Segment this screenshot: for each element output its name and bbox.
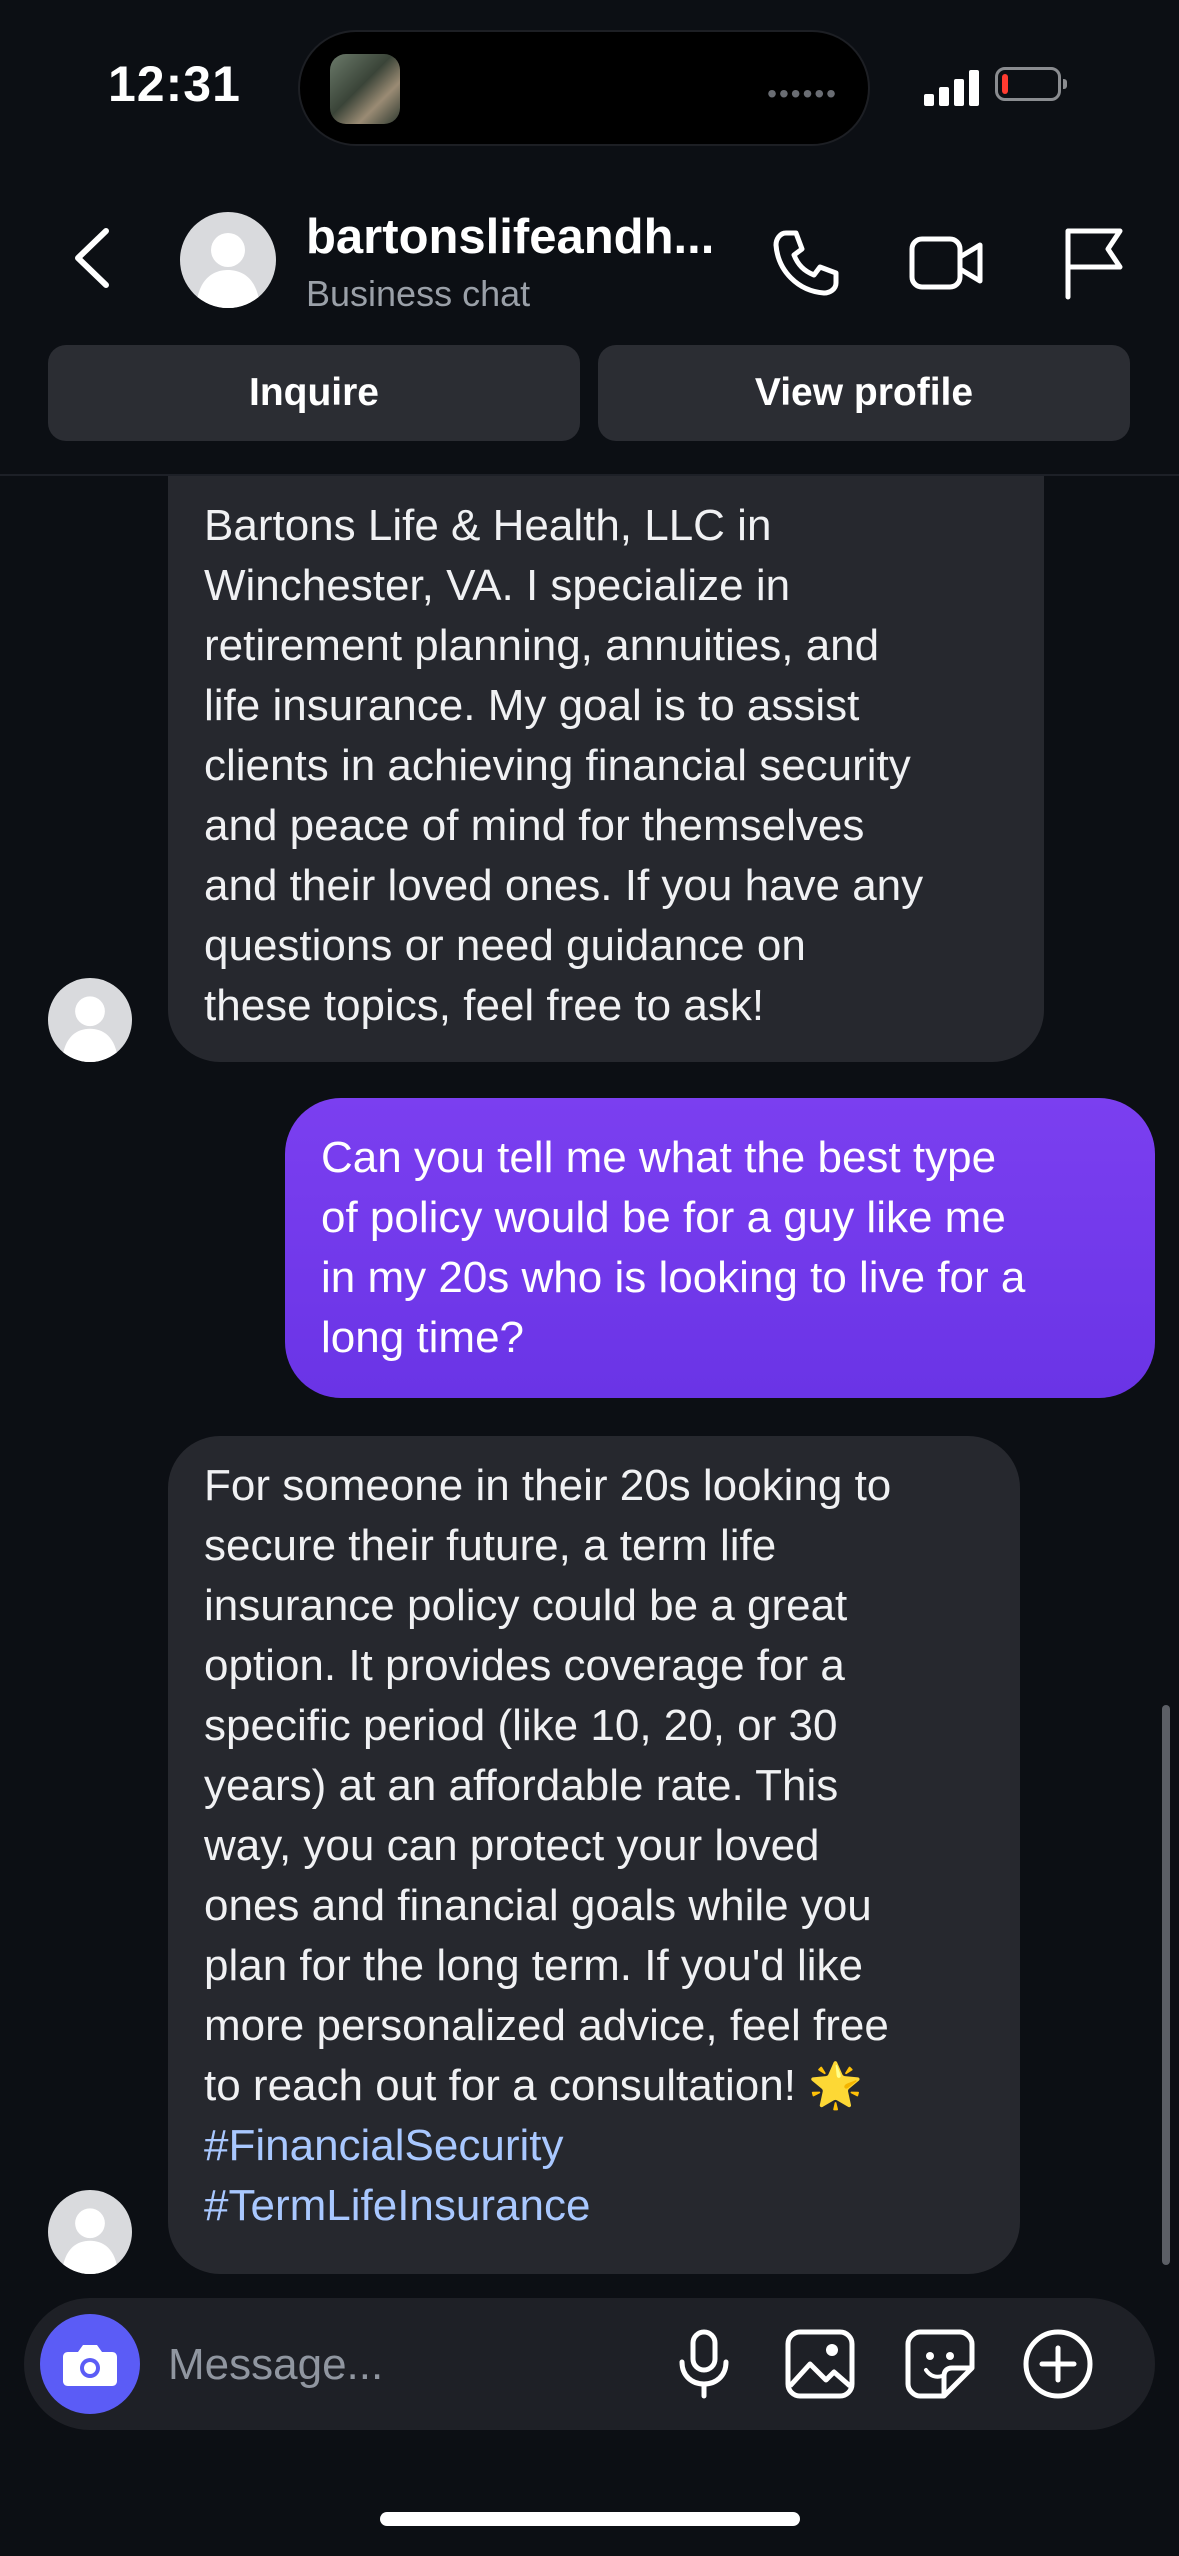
message-line: more personalized advice, feel free xyxy=(204,2001,889,2050)
message-line: insurance policy could be a great xyxy=(204,1581,848,1630)
message-line: Can you tell me what the best type xyxy=(321,1133,997,1182)
inquire-button[interactable]: Inquire xyxy=(48,345,580,441)
message-line: life insurance. My goal is to assist xyxy=(204,681,860,730)
back-chevron-icon[interactable] xyxy=(60,223,130,293)
message-line: in my 20s who is looking to live for a xyxy=(321,1253,1026,1302)
message-line: plan for the long term. If you'd like xyxy=(204,1941,863,1990)
gallery-icon[interactable] xyxy=(780,2324,860,2404)
battery-level xyxy=(1002,74,1008,94)
battery-icon xyxy=(995,67,1067,101)
message-line: these topics, feel free to ask! xyxy=(204,981,765,1030)
video-camera-icon[interactable] xyxy=(906,223,986,303)
default-avatar-icon xyxy=(62,996,118,1062)
message-line: of policy would be for a guy like me xyxy=(321,1193,1006,1242)
message-line: to reach out for a consultation! 🌟 xyxy=(204,2061,863,2110)
flag-icon[interactable] xyxy=(1054,223,1134,303)
message-line: and peace of mind for themselves xyxy=(204,801,865,850)
message-line: option. It provides coverage for a xyxy=(204,1641,845,1690)
home-indicator[interactable] xyxy=(380,2512,800,2526)
message-line: way, you can protect your loved xyxy=(204,1821,820,1870)
incoming-message-bubble[interactable]: For someone in their 20s looking to secu… xyxy=(168,1436,1020,2274)
message-line: clients in achieving financial security xyxy=(204,741,911,790)
cellular-signal-icon xyxy=(924,70,980,106)
hashtag-link[interactable]: #FinancialSecurity xyxy=(204,2116,984,2176)
camera-icon xyxy=(63,2345,117,2386)
incoming-message-bubble[interactable]: You can check out the resources at the B… xyxy=(168,476,1044,1062)
live-activity-thumbnail xyxy=(330,54,400,124)
message-line: Winchester, VA. I specialize in xyxy=(204,561,791,610)
business-actions: Inquire View profile xyxy=(48,345,1130,441)
chat-header: bartonslifeandh... Business chat xyxy=(0,195,1179,325)
island-dots: •••••• xyxy=(767,78,838,109)
message-line: secure their future, a term life xyxy=(204,1521,777,1570)
default-avatar-icon xyxy=(62,2208,118,2274)
message-line: years) at an affordable rate. This xyxy=(204,1761,839,1810)
message-composer xyxy=(24,2298,1155,2430)
dynamic-island: •••••• xyxy=(298,30,870,146)
sender-avatar[interactable] xyxy=(48,2190,132,2274)
contact-name[interactable]: bartonslifeandh... xyxy=(306,209,714,265)
status-time: 12:31 xyxy=(108,56,241,112)
scrollbar[interactable] xyxy=(1162,1705,1170,2265)
hashtag-link[interactable]: #TermLifeInsurance xyxy=(204,2176,984,2236)
message-line: For someone in their 20s looking to xyxy=(204,1461,892,1510)
message-line: Bartons Life & Health, LLC in xyxy=(204,501,772,550)
phone-icon[interactable] xyxy=(766,223,846,303)
contact-avatar[interactable] xyxy=(180,212,276,308)
message-thread[interactable]: You can check out the resources at the B… xyxy=(0,476,1179,2298)
outgoing-message-bubble[interactable]: Can you tell me what the best type of po… xyxy=(285,1098,1155,1398)
message-line: ones and financial goals while you xyxy=(204,1881,872,1930)
sticker-icon[interactable] xyxy=(900,2324,980,2404)
message-input[interactable] xyxy=(166,2328,630,2402)
contact-subtitle: Business chat xyxy=(306,273,531,314)
add-icon[interactable] xyxy=(1018,2324,1098,2404)
default-avatar-icon xyxy=(196,233,260,308)
message-line: questions or need guidance on xyxy=(204,921,806,970)
camera-button[interactable] xyxy=(40,2314,140,2414)
view-profile-button[interactable]: View profile xyxy=(598,345,1130,441)
message-line: long time? xyxy=(321,1313,525,1362)
status-bar: 12:31 •••••• xyxy=(0,0,1179,180)
message-line: retirement planning, annuities, and xyxy=(204,621,880,670)
microphone-icon[interactable] xyxy=(664,2324,744,2404)
message-line: and their loved ones. If you have any xyxy=(204,861,924,910)
sender-avatar[interactable] xyxy=(48,978,132,1062)
message-line: specific period (like 10, 20, or 30 xyxy=(204,1701,838,1750)
